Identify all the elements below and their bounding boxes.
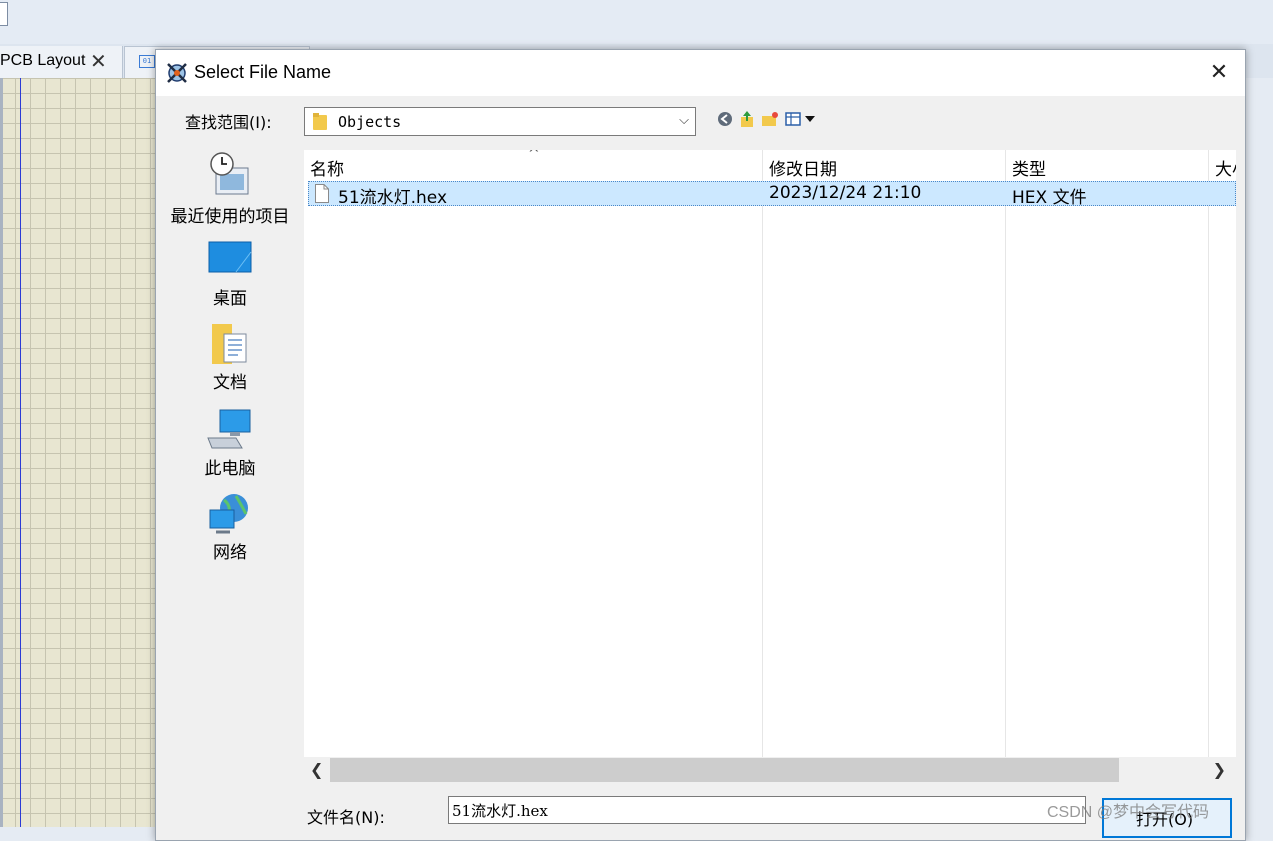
view-menu-icon[interactable] bbox=[784, 109, 818, 129]
back-icon[interactable] bbox=[715, 109, 735, 129]
file-modified: 2023/12/24 21:10 bbox=[769, 183, 922, 203]
this-pc-icon bbox=[207, 409, 251, 449]
scroll-left-icon[interactable]: ❮ bbox=[310, 760, 323, 779]
up-folder-icon[interactable] bbox=[737, 109, 757, 129]
list-header: ^ 名称 修改日期 类型 大小 bbox=[304, 150, 1236, 180]
file-type: HEX 文件 bbox=[1012, 188, 1087, 208]
new-folder-icon[interactable] bbox=[760, 109, 780, 129]
filename-input[interactable]: 51流水灯.hex bbox=[448, 796, 1086, 824]
column-header-name[interactable]: 名称 bbox=[310, 155, 344, 180]
binary-file-icon: 01 bbox=[139, 55, 155, 68]
app-toolbar bbox=[0, 0, 1273, 44]
column-divider[interactable] bbox=[1005, 150, 1006, 757]
place-label: 最近使用的项目 bbox=[170, 207, 290, 227]
look-in-value: Objects bbox=[338, 113, 402, 131]
place-label: 此电脑 bbox=[204, 459, 256, 479]
file-name: 51流水灯.hex bbox=[338, 188, 448, 208]
close-button[interactable]: ✕ bbox=[1199, 58, 1239, 88]
look-in-label: 查找范围(I): bbox=[185, 113, 272, 132]
place-label: 文档 bbox=[213, 373, 247, 393]
scroll-right-icon[interactable]: ❯ bbox=[1213, 760, 1226, 779]
app-icon bbox=[167, 63, 187, 83]
sort-ascending-icon: ^ bbox=[528, 150, 540, 162]
column-header-modified[interactable]: 修改日期 bbox=[769, 155, 837, 180]
desktop-icon bbox=[208, 241, 252, 273]
column-divider[interactable] bbox=[762, 150, 763, 757]
file-icon bbox=[315, 184, 329, 203]
horizontal-scrollbar[interactable]: ❮ ❯ bbox=[304, 757, 1236, 783]
filename-value: 51流水灯.hex bbox=[452, 802, 548, 820]
network-icon bbox=[209, 494, 248, 534]
file-list[interactable]: ^ 名称 修改日期 类型 大小 51流水灯.hex 2023/12/24 21:… bbox=[304, 150, 1236, 757]
tab-label: PCB Layout bbox=[0, 52, 86, 69]
pcb-canvas[interactable] bbox=[0, 78, 155, 827]
watermark: CSDN @梦中会写代码 bbox=[1047, 804, 1210, 821]
column-header-type[interactable]: 类型 bbox=[1012, 155, 1046, 180]
canvas-edge bbox=[0, 78, 3, 827]
dialog-titlebar: Select File Name ✕ bbox=[156, 50, 1245, 96]
close-icon: ✕ bbox=[1209, 60, 1229, 85]
documents-icon bbox=[212, 324, 247, 364]
recent-items-icon bbox=[210, 152, 249, 195]
file-row[interactable]: 51流水灯.hex 2023/12/24 21:10 HEX 文件 bbox=[308, 181, 1236, 208]
folder-icon bbox=[313, 113, 327, 130]
column-divider[interactable] bbox=[1208, 150, 1209, 757]
close-tab-icon[interactable]: ✕ bbox=[90, 49, 107, 73]
chevron-down-icon[interactable]: ⌵ bbox=[679, 113, 689, 128]
tab-pcb-layout[interactable]: PCB Layout ✕ bbox=[0, 46, 123, 78]
filename-label: 文件名(N): bbox=[307, 808, 385, 827]
place-label: 网络 bbox=[213, 543, 247, 563]
place-label: 桌面 bbox=[213, 289, 247, 309]
places-bar: 最近使用的项目 桌面 文档 此电脑 网络 bbox=[156, 144, 304, 744]
look-in-combo[interactable]: Objects ⌵ bbox=[304, 107, 696, 136]
column-header-size[interactable]: 大小 bbox=[1215, 155, 1236, 180]
dialog-title: Select File Name bbox=[194, 62, 332, 82]
canvas-guide-line bbox=[20, 78, 21, 827]
document-icon[interactable] bbox=[0, 2, 8, 26]
scroll-thumb[interactable] bbox=[330, 758, 1119, 782]
select-file-dialog: Select File Name ✕ 查找范围(I): Objects ⌵ 最近… bbox=[155, 49, 1246, 841]
